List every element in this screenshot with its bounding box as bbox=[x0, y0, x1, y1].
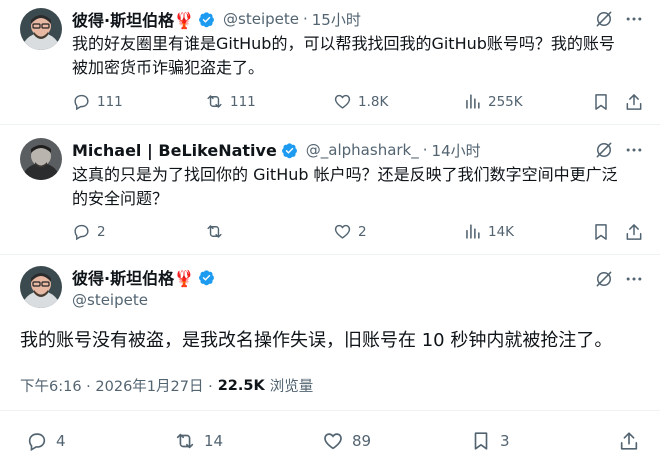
like-count: 89 bbox=[352, 432, 372, 450]
repost-button[interactable]: 14 bbox=[174, 430, 223, 452]
share-button[interactable] bbox=[618, 430, 640, 452]
main-tweet-header: 彼得·斯坦伯格🦞 bbox=[72, 266, 215, 288]
post-timestamp[interactable]: 下午6:16 · 2026年1月27日 · bbox=[20, 375, 213, 396]
tweet2-text-line1: 这真的只是为了找回你的 GitHub 帐户吗？还是反映了我们数字空间中更广泛 bbox=[72, 165, 618, 184]
share-button[interactable] bbox=[624, 92, 644, 116]
verified-badge-icon bbox=[199, 269, 214, 285]
more-icon bbox=[626, 277, 642, 281]
like-button[interactable]: 89 bbox=[322, 430, 371, 452]
repost-icon bbox=[207, 225, 222, 238]
grok-icon bbox=[596, 11, 612, 27]
views-count: 22.5K bbox=[217, 377, 265, 394]
more-button[interactable] bbox=[624, 269, 644, 293]
avatar-image bbox=[20, 8, 62, 50]
divider bbox=[0, 410, 660, 411]
views-button[interactable]: 14K bbox=[463, 222, 514, 241]
verified-badge-icon bbox=[199, 11, 214, 27]
like-count: 2 bbox=[358, 223, 367, 240]
bookmark-count: 3 bbox=[500, 432, 510, 450]
separator: · bbox=[302, 10, 308, 28]
reply-icon bbox=[74, 224, 89, 241]
share-icon bbox=[626, 94, 642, 110]
tweet1-text-line2: 被加密货币诈骗犯盗走了。 bbox=[72, 58, 265, 77]
like-button[interactable]: 2 bbox=[333, 222, 367, 241]
repost-button[interactable] bbox=[205, 222, 224, 241]
bookmark-button[interactable] bbox=[591, 92, 611, 116]
share-icon bbox=[620, 432, 638, 450]
main-tweet-meta: 下午6:16 · 2026年1月27日 · 22.5K 浏览量 bbox=[20, 375, 313, 396]
repost-icon bbox=[176, 433, 194, 449]
more-button[interactable] bbox=[624, 9, 644, 33]
share-button[interactable] bbox=[624, 222, 644, 246]
views-button[interactable]: 255K bbox=[463, 92, 523, 111]
avatar-image bbox=[20, 266, 62, 308]
grok-button[interactable] bbox=[594, 269, 614, 293]
repost-count: 14 bbox=[204, 432, 224, 450]
avatar-image bbox=[20, 138, 62, 180]
views-label: 浏览量 bbox=[269, 379, 314, 395]
reply-icon bbox=[74, 94, 89, 111]
heart-icon bbox=[324, 433, 342, 450]
handle[interactable]: @_alphashark_ bbox=[306, 141, 419, 159]
handle[interactable]: @steipete bbox=[223, 10, 299, 28]
divider bbox=[0, 124, 660, 125]
avatar-steipete[interactable] bbox=[20, 266, 62, 308]
handle[interactable]: @steipete bbox=[72, 291, 148, 309]
reply-button[interactable]: 2 bbox=[72, 222, 106, 241]
repost-count: 111 bbox=[230, 93, 256, 110]
analytics-icon bbox=[466, 94, 480, 109]
grok-button[interactable] bbox=[594, 140, 614, 164]
bookmark-icon bbox=[595, 94, 607, 110]
tweet1-text: 我的好友圈里有谁是GitHub的，可以帮我找回我的GitHub账号吗？我的账号 … bbox=[72, 32, 652, 80]
display-name[interactable]: 彼得·斯坦伯格🦞 bbox=[72, 265, 194, 289]
avatar-michael[interactable] bbox=[20, 138, 62, 180]
repost-icon bbox=[207, 95, 222, 108]
timestamp[interactable]: 15小时 bbox=[312, 9, 361, 30]
tweet1-header: 彼得·斯坦伯格🦞 @steipete · 15小时 bbox=[72, 8, 361, 30]
display-name[interactable]: Michael | BeLikeNative bbox=[72, 141, 277, 160]
tweet1-text-line1: 我的好友圈里有谁是GitHub的，可以帮我找回我的GitHub账号吗？我的账号 bbox=[72, 34, 615, 53]
view-count: 14K bbox=[488, 223, 515, 240]
bookmark-icon bbox=[595, 224, 607, 240]
repost-button[interactable]: 111 bbox=[205, 92, 256, 111]
main-tweet-text: 我的账号没有被盗，是我改名操作失误，旧账号在 10 秒钟内就被抢注了。 bbox=[20, 330, 613, 351]
grok-button[interactable] bbox=[594, 9, 614, 33]
reply-count: 111 bbox=[97, 93, 123, 110]
timestamp[interactable]: 14小时 bbox=[432, 140, 481, 161]
reply-count: 4 bbox=[56, 432, 66, 450]
analytics-icon bbox=[466, 224, 480, 239]
tweet2-text-line2: 的安全问题？ bbox=[72, 189, 169, 208]
more-icon bbox=[626, 148, 642, 152]
heart-icon bbox=[334, 94, 351, 109]
more-icon bbox=[626, 17, 642, 21]
reply-icon bbox=[28, 433, 46, 452]
share-icon bbox=[626, 224, 642, 240]
like-button[interactable]: 1.8K bbox=[333, 92, 388, 111]
bookmark-button[interactable]: 3 bbox=[470, 430, 510, 452]
reply-count: 2 bbox=[97, 223, 106, 240]
avatar-steipete[interactable] bbox=[20, 8, 62, 50]
bookmark-icon bbox=[474, 432, 488, 450]
grok-icon bbox=[596, 271, 612, 287]
like-count: 1.8K bbox=[358, 93, 389, 110]
tweet2-header: Michael | BeLikeNative @_alphashark_ · 1… bbox=[72, 139, 481, 161]
reply-button[interactable]: 111 bbox=[72, 92, 123, 111]
verified-badge-icon bbox=[281, 142, 297, 158]
divider bbox=[0, 254, 660, 255]
heart-icon bbox=[334, 224, 351, 239]
separator: · bbox=[422, 141, 428, 159]
view-count: 255K bbox=[488, 93, 523, 110]
display-name[interactable]: 彼得·斯坦伯格🦞 bbox=[72, 7, 194, 31]
more-button[interactable] bbox=[624, 140, 644, 164]
bookmark-button[interactable] bbox=[591, 222, 611, 246]
grok-icon bbox=[596, 142, 612, 158]
reply-button[interactable]: 4 bbox=[26, 430, 66, 452]
tweet2-text: 这真的只是为了找回你的 GitHub 帐户吗？还是反映了我们数字空间中更广泛 的… bbox=[72, 163, 652, 211]
